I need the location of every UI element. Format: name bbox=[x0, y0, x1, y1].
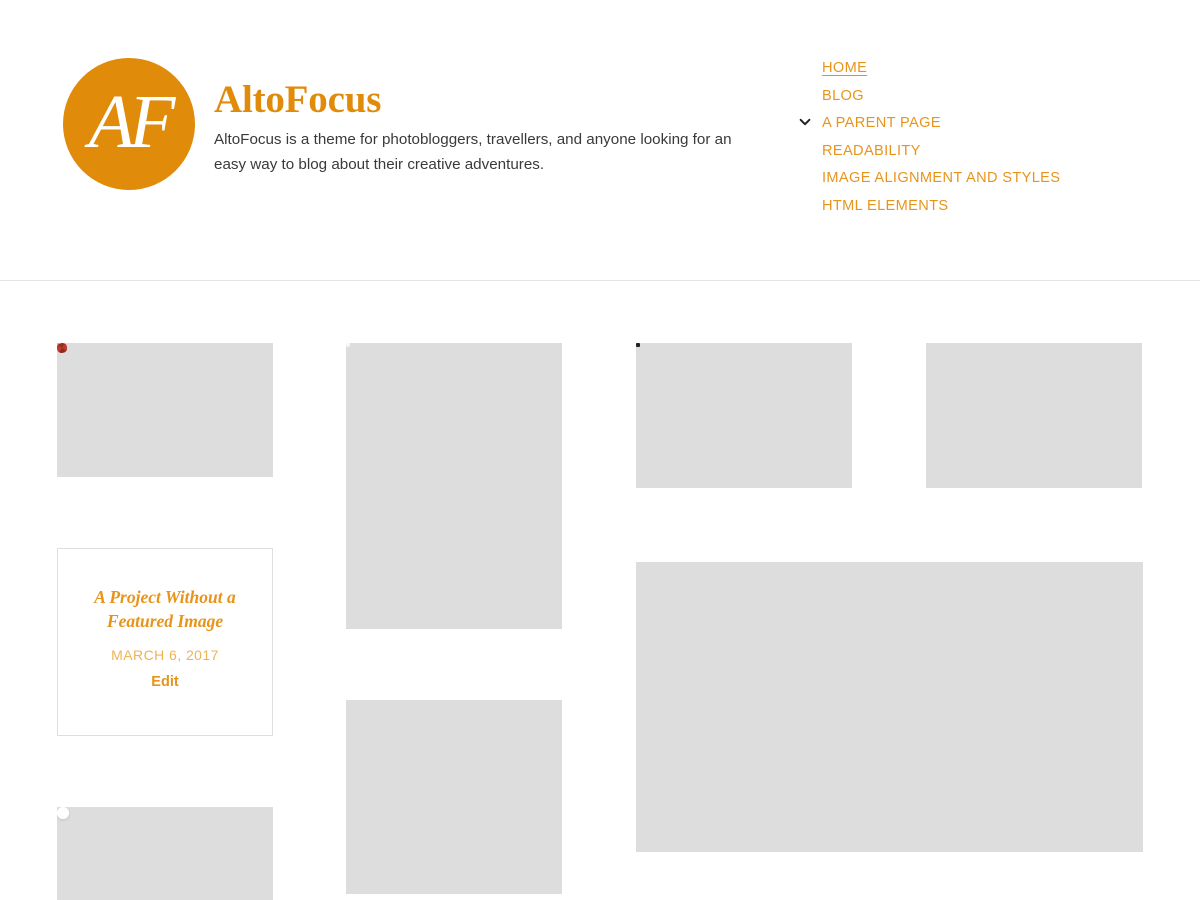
wine-image bbox=[346, 343, 562, 629]
site-header: AF AltoFocus AltoFocus is a theme for ph… bbox=[0, 0, 1200, 281]
project-card-edit-link[interactable]: Edit bbox=[151, 674, 178, 690]
site-description: AltoFocus is a theme for photobloggers, … bbox=[214, 130, 732, 173]
nav-link-html-elements[interactable]: HTML ELEMENTS bbox=[822, 198, 948, 214]
nav-item-blog[interactable]: BLOG bbox=[822, 88, 1162, 104]
nav-item-a-parent-page[interactable]: A PARENT PAGE bbox=[799, 115, 1162, 131]
nav-item-image-alignment-and-styles[interactable]: IMAGE ALIGNMENT AND STYLES bbox=[822, 170, 1162, 186]
portfolio-item-reading[interactable] bbox=[636, 343, 852, 488]
city-image bbox=[346, 700, 562, 894]
basketball-image bbox=[57, 343, 273, 477]
nav-item-home[interactable]: HOME bbox=[822, 60, 1162, 76]
atrium-image bbox=[57, 807, 273, 900]
grid-column-2 bbox=[346, 343, 562, 900]
portfolio-item-project-card[interactable]: A Project Without a Featured Image MARCH… bbox=[57, 548, 273, 736]
nav-list: HOME BLOG A PARENT PAGE READABILITY IMAG… bbox=[799, 60, 1162, 214]
main-navigation[interactable]: HOME BLOG A PARENT PAGE READABILITY IMAG… bbox=[799, 60, 1162, 225]
food-image bbox=[926, 343, 1142, 488]
chevron-down-icon[interactable] bbox=[798, 115, 812, 129]
nav-item-html-elements[interactable]: HTML ELEMENTS bbox=[822, 198, 1162, 214]
nav-link-readability[interactable]: READABILITY bbox=[822, 143, 921, 159]
site-title[interactable]: AltoFocus bbox=[214, 79, 762, 121]
portfolio-item-wine[interactable] bbox=[346, 343, 562, 629]
reading-image bbox=[636, 343, 852, 488]
grid-column-1: A Project Without a Featured Image MARCH… bbox=[57, 343, 273, 900]
grid-column-3 bbox=[636, 343, 1143, 900]
grid: A Project Without a Featured Image MARCH… bbox=[57, 281, 1143, 900]
logo-monogram: AF bbox=[88, 80, 176, 164]
portfolio-item-landscape[interactable] bbox=[636, 562, 1143, 852]
portfolio-item-food[interactable] bbox=[926, 343, 1142, 488]
project-card-date: MARCH 6, 2017 bbox=[111, 646, 219, 663]
branding-text: AltoFocus AltoFocus is a theme for photo… bbox=[214, 58, 762, 177]
portfolio-item-atrium[interactable] bbox=[57, 807, 273, 900]
site-branding[interactable]: AF AltoFocus AltoFocus is a theme for ph… bbox=[63, 58, 762, 190]
nav-link-blog[interactable]: BLOG bbox=[822, 88, 864, 104]
nav-item-readability[interactable]: READABILITY bbox=[822, 143, 1162, 159]
nav-link-image-alignment-and-styles[interactable]: IMAGE ALIGNMENT AND STYLES bbox=[822, 171, 1060, 186]
grid-row-top-right bbox=[636, 343, 1143, 488]
portfolio-grid: A Project Without a Featured Image MARCH… bbox=[0, 281, 1200, 900]
project-card-title: A Project Without a Featured Image bbox=[94, 587, 236, 631]
project-card[interactable]: A Project Without a Featured Image MARCH… bbox=[57, 548, 273, 736]
portfolio-item-basketball[interactable] bbox=[57, 343, 273, 477]
nav-link-a-parent-page[interactable]: A PARENT PAGE bbox=[822, 116, 941, 131]
landscape-image bbox=[636, 562, 1143, 852]
nav-link-home[interactable]: HOME bbox=[822, 61, 867, 76]
portfolio-item-city[interactable] bbox=[346, 700, 562, 894]
altofocus-logo-icon[interactable]: AF bbox=[63, 58, 195, 190]
